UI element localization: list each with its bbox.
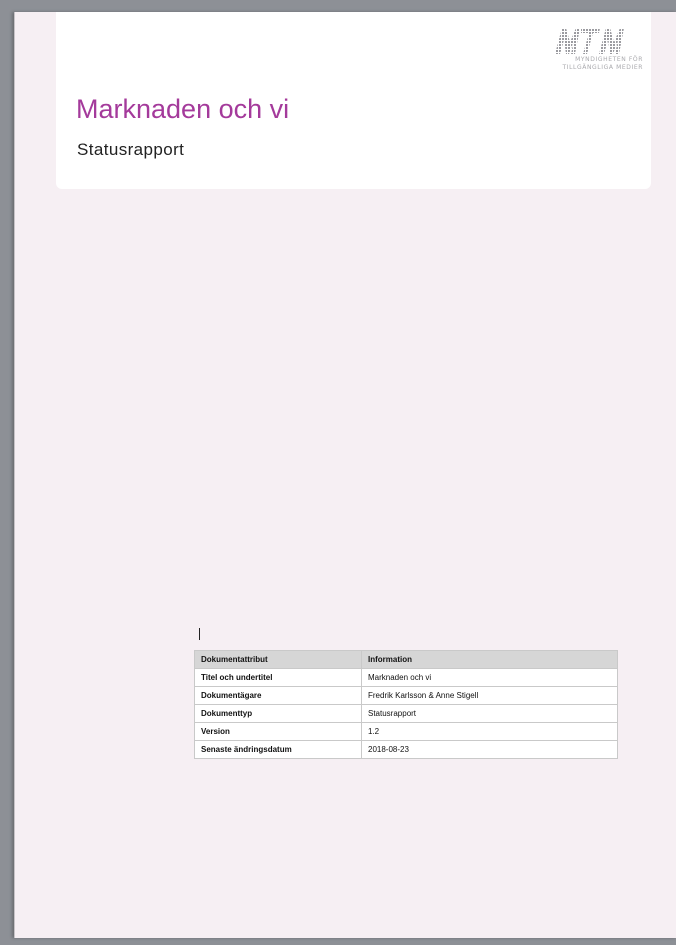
cell-information: Statusrapport bbox=[361, 704, 618, 723]
document-attributes-table: Dokumentattribut Information Titel och u… bbox=[194, 650, 618, 759]
table-row: Titel och undertitel Marknaden och vi bbox=[194, 668, 618, 687]
document-page[interactable]: MYNDIGHETEN FÖR TILLGÄNGLIGA MEDIER Mark… bbox=[14, 12, 676, 938]
logo-text-line2: TILLGÄNGLIGA MEDIER bbox=[562, 64, 643, 71]
cell-attribute: Dokumenttyp bbox=[194, 704, 362, 723]
document-title: Marknaden och vi bbox=[76, 94, 290, 124]
cell-attribute: Version bbox=[194, 722, 362, 741]
cell-attribute: Senaste ändringsdatum bbox=[194, 740, 362, 759]
table-header-row: Dokumentattribut Information bbox=[194, 650, 618, 669]
table-row: Dokumentägare Fredrik Karlsson & Anne St… bbox=[194, 686, 618, 705]
logo-text-line1: MYNDIGHETEN FÖR bbox=[575, 56, 643, 63]
cell-information: Marknaden och vi bbox=[361, 668, 618, 687]
mtm-logo-mark bbox=[555, 28, 624, 54]
table-row: Senaste ändringsdatum 2018-08-23 bbox=[194, 740, 618, 759]
cell-information: Fredrik Karlsson & Anne Stigell bbox=[361, 686, 618, 705]
text-cursor bbox=[199, 628, 200, 640]
cell-attribute: Dokumentägare bbox=[194, 686, 362, 705]
mtm-logo: MYNDIGHETEN FÖR TILLGÄNGLIGA MEDIER bbox=[503, 26, 643, 72]
table-row: Dokumenttyp Statusrapport bbox=[194, 704, 618, 723]
column-header-attribute: Dokumentattribut bbox=[194, 650, 362, 669]
cell-information: 2018-08-23 bbox=[361, 740, 618, 759]
cell-information: 1.2 bbox=[361, 722, 618, 741]
table-row: Version 1.2 bbox=[194, 722, 618, 741]
title-block: MYNDIGHETEN FÖR TILLGÄNGLIGA MEDIER Mark… bbox=[56, 12, 651, 189]
column-header-information: Information bbox=[361, 650, 618, 669]
document-subtitle: Statusrapport bbox=[77, 140, 185, 159]
cell-attribute: Titel och undertitel bbox=[194, 668, 362, 687]
document-viewport[interactable]: MYNDIGHETEN FÖR TILLGÄNGLIGA MEDIER Mark… bbox=[0, 0, 676, 945]
